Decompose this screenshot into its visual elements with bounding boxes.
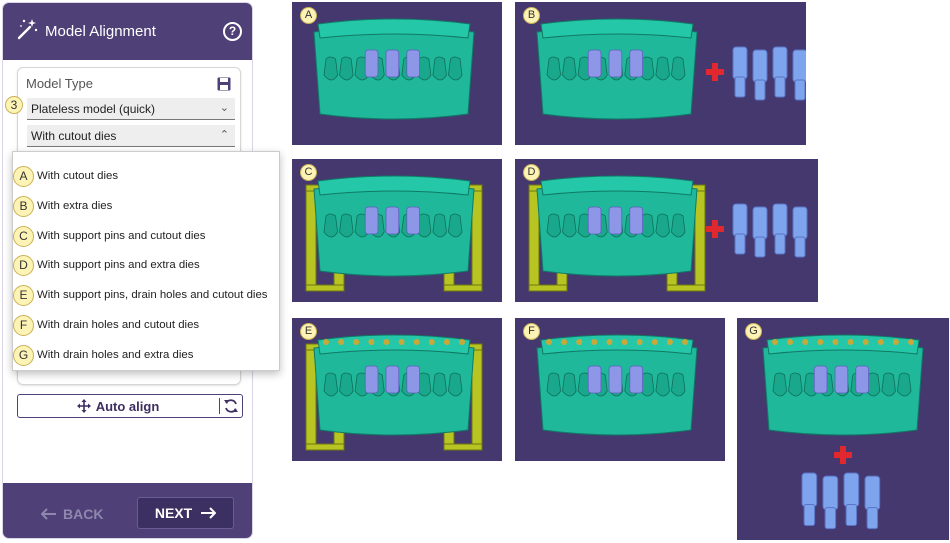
option-badge: C (13, 225, 34, 247)
option-label: With drain holes and extra dies (37, 348, 194, 361)
save-icon[interactable] (217, 77, 231, 91)
dropdown-option[interactable]: E With support pins, drain holes and cuto… (13, 282, 279, 310)
model-preview-b: B (515, 2, 806, 145)
dental-model-render (528, 175, 808, 292)
magic-wand-icon (17, 19, 38, 40)
auto-align-label: Auto align (95, 398, 160, 414)
model-preview-e: E (292, 318, 502, 461)
chevron-up-icon: ⌃ (219, 129, 229, 141)
model-preview-g: G (737, 318, 949, 540)
dental-model-render (536, 18, 806, 120)
preview-badge: E (300, 323, 317, 340)
option-label: With extra dies (37, 199, 113, 212)
dental-model-render (305, 175, 483, 292)
model-preview-f: F (515, 318, 725, 461)
option-label: With support pins, drain holes and cutou… (37, 289, 268, 302)
option-badge: F (13, 315, 34, 336)
question-circle-icon[interactable]: ? (223, 22, 242, 41)
refresh-icon[interactable] (223, 398, 239, 414)
option-badge: A (13, 166, 34, 187)
dental-model-render (305, 334, 483, 451)
option-badge: E (13, 285, 34, 307)
option-label: With drain holes and cutout dies (37, 319, 200, 331)
option-label: With support pins and extra dies (37, 259, 200, 272)
back-label: BACK (63, 506, 104, 522)
dropdown-option[interactable]: C With support pins and cutout dies (13, 223, 279, 251)
next-button[interactable]: NEXT (137, 497, 234, 529)
arrow-left-icon (41, 508, 56, 520)
preview-badge: A (300, 7, 317, 24)
option-badge: G (13, 344, 34, 366)
preview-badge: B (523, 7, 540, 24)
option-label: With support pins and cutout dies (37, 229, 206, 242)
step-badge: 3 (5, 96, 23, 114)
dental-model-render (536, 334, 698, 436)
move-arrows-icon (76, 399, 91, 413)
die-option-select-value: With cutout dies (31, 129, 117, 143)
preview-badge: G (745, 323, 762, 340)
model-type-select[interactable]: Plateless model (quick) ⌄ (27, 98, 235, 120)
die-option-dropdown: A With cutout dies B With extra dies C With s… (12, 151, 280, 371)
dropdown-option[interactable]: D With support pins and extra dies (13, 252, 279, 280)
dental-model-render (313, 18, 475, 120)
dropdown-option[interactable]: A With cutout dies (13, 163, 279, 191)
dental-model-render (762, 334, 924, 530)
model-preview-d: D (515, 159, 818, 302)
model-type-heading: Model Type (26, 76, 93, 91)
arrow-right-icon (201, 507, 217, 519)
back-button[interactable]: BACK (41, 506, 103, 522)
option-label: With cutout dies (37, 170, 119, 182)
model-preview-c: C (292, 159, 502, 302)
option-badge: B (13, 195, 34, 217)
model-preview-a: A (292, 2, 502, 145)
panel-title: Model Alignment (45, 23, 156, 40)
preview-badge: D (523, 164, 540, 181)
dropdown-option[interactable]: F With drain holes and cutout dies (13, 312, 279, 340)
next-label: NEXT (154, 505, 193, 521)
button-divider (219, 398, 220, 414)
panel-footer: BACK NEXT (3, 483, 252, 538)
model-type-select-value: Plateless model (quick) (31, 102, 156, 116)
die-option-select[interactable]: With cutout dies ⌃ (27, 125, 235, 147)
preview-badge: F (523, 323, 540, 340)
preview-badge: C (300, 164, 317, 181)
dropdown-option[interactable]: G With drain holes and extra dies (13, 342, 279, 370)
auto-align-button[interactable]: Auto align (17, 394, 243, 418)
option-badge: D (13, 255, 34, 277)
panel-header: Model Alignment ? (3, 3, 252, 60)
dropdown-option[interactable]: B With extra dies (13, 193, 279, 221)
chevron-down-icon: ⌄ (219, 102, 229, 114)
